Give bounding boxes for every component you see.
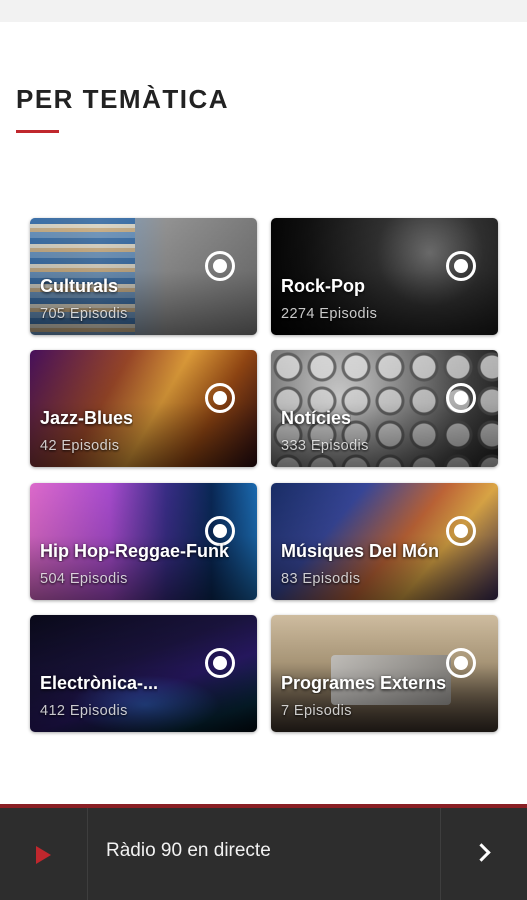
radio-icon [205, 251, 235, 281]
top-strip [0, 0, 527, 22]
title-underline [16, 130, 59, 133]
open-player-button[interactable] [440, 808, 527, 900]
category-card-rock-pop[interactable]: Rock-Pop 2274 Episodis [271, 218, 498, 335]
category-name: Programes Externs [281, 673, 447, 693]
radio-icon [446, 516, 476, 546]
play-button[interactable] [0, 808, 88, 900]
category-card-programes-externs[interactable]: Programes Externs 7 Episodis [271, 615, 498, 732]
episode-count: 83 Episodis [281, 571, 361, 587]
mini-player: Ràdio 90 en directe [0, 808, 527, 900]
episode-count: 412 Episodis [40, 703, 128, 719]
category-card-jazz-blues[interactable]: Jazz-Blues 42 Episodis [30, 350, 257, 467]
category-card-musiques-del-mon[interactable]: Músiques Del Món 83 Episodis [271, 483, 498, 600]
episode-count: 705 Episodis [40, 306, 128, 322]
radio-icon [446, 251, 476, 281]
radio-icon [205, 648, 235, 678]
category-name: Culturals [40, 276, 119, 296]
episode-count: 42 Episodis [40, 438, 120, 454]
section-title: PER TEMÀTICA [16, 84, 229, 114]
category-name: Músiques Del Món [281, 541, 440, 561]
category-card-hip-hop-reggae-funk[interactable]: Hip Hop-Reggae-Funk 504 Episodis [30, 483, 257, 600]
category-card-electronica[interactable]: Electrònica-... 412 Episodis [30, 615, 257, 732]
episode-count: 333 Episodis [281, 438, 369, 454]
radio-icon [205, 383, 235, 413]
episode-count: 2274 Episodis [281, 306, 378, 322]
radio-icon [446, 648, 476, 678]
play-icon [36, 846, 51, 864]
category-name: Jazz-Blues [40, 408, 134, 428]
live-station-label[interactable]: Ràdio 90 en directe [106, 840, 271, 862]
radio-icon [446, 383, 476, 413]
category-name: Electrònica-... [40, 673, 159, 693]
chevron-right-icon [472, 843, 491, 862]
episode-count: 504 Episodis [40, 571, 128, 587]
category-card-culturals[interactable]: Culturals 705 Episodis [30, 218, 257, 335]
category-name: Notícies [281, 408, 352, 428]
episode-count: 7 Episodis [281, 703, 352, 719]
category-card-noticies[interactable]: Notícies 333 Episodis [271, 350, 498, 467]
category-name: Hip Hop-Reggae-Funk [40, 541, 229, 561]
category-name: Rock-Pop [281, 276, 366, 296]
